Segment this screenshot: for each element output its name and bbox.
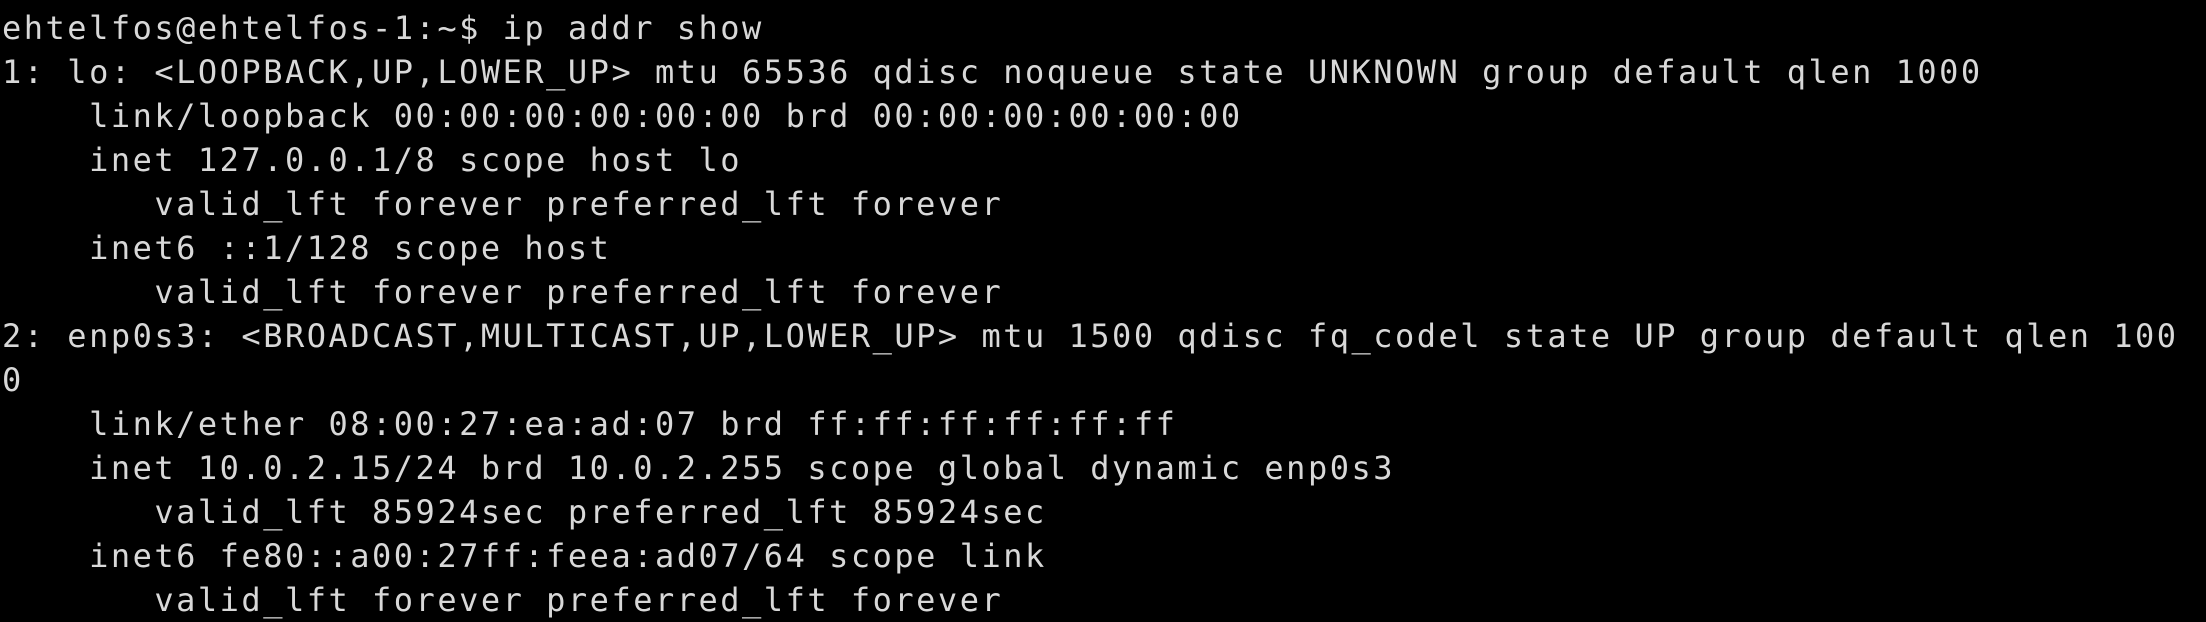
terminal-output: ehtelfos@ehtelfos-1:~$ ip addr show 1: l… — [2, 6, 2179, 622]
output-line: valid_lft forever preferred_lft forever — [2, 581, 1004, 619]
output-line: inet 127.0.0.1/8 scope host lo — [2, 141, 743, 179]
output-line: 1: lo: <LOOPBACK,UP,LOWER_UP> mtu 65536 … — [2, 53, 1983, 91]
output-line: link/loopback 00:00:00:00:00:00 brd 00:0… — [2, 97, 1243, 135]
command-text: ip addr show — [502, 9, 764, 47]
output-line: 2: enp0s3: <BROADCAST,MULTICAST,UP,LOWER… — [2, 317, 2179, 355]
output-line: valid_lft 85924sec preferred_lft 85924se… — [2, 493, 1047, 531]
command-line[interactable]: ehtelfos@ehtelfos-1:~$ ip addr show — [2, 6, 2179, 50]
output-line: inet6 fe80::a00:27ff:feea:ad07/64 scope … — [2, 537, 1047, 575]
terminal-window[interactable]: ehtelfos@ehtelfos-1:~$ ip addr show 1: l… — [0, 0, 2206, 622]
output-line: valid_lft forever preferred_lft forever — [2, 273, 1004, 311]
output-line: inet 10.0.2.15/24 brd 10.0.2.255 scope g… — [2, 449, 1395, 487]
output-line: inet6 ::1/128 scope host — [2, 229, 612, 267]
output-line: link/ether 08:00:27:ea:ad:07 brd ff:ff:f… — [2, 405, 1178, 443]
shell-prompt: ehtelfos@ehtelfos-1:~$ — [2, 9, 481, 47]
output-line: valid_lft forever preferred_lft forever — [2, 185, 1004, 223]
output-line: 0 — [2, 361, 24, 399]
